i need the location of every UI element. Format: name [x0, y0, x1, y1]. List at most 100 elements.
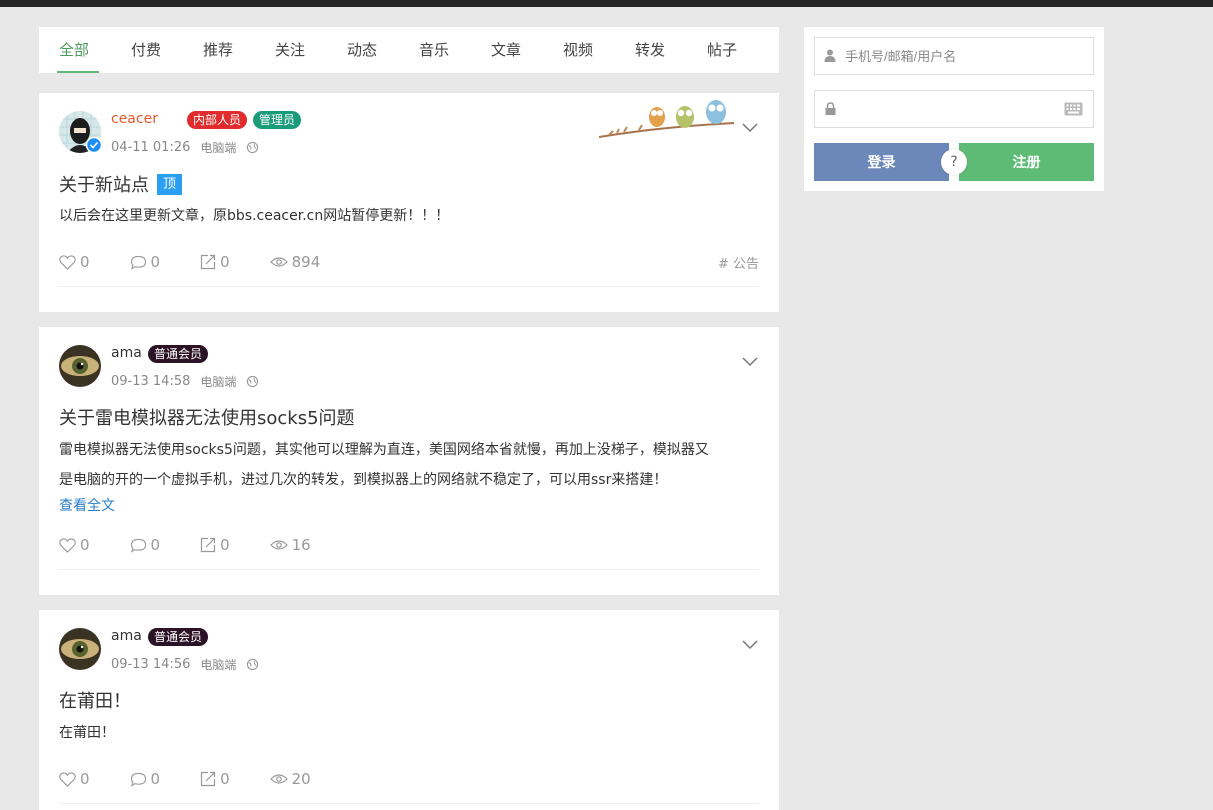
tab-repost[interactable]: 转发: [635, 27, 707, 73]
share-button[interactable]: 0: [200, 253, 230, 271]
eye-icon: [269, 257, 288, 267]
keyboard-icon[interactable]: [1064, 102, 1083, 116]
like-button[interactable]: 0: [59, 536, 90, 554]
tab-articles[interactable]: 文章: [491, 27, 563, 73]
view-count: 16: [291, 536, 311, 554]
user-icon: [815, 47, 845, 66]
chevron-down-icon[interactable]: [741, 118, 759, 136]
share-icon: [200, 537, 216, 553]
tab-paid[interactable]: 付费: [131, 27, 203, 73]
eye-icon: [269, 540, 288, 550]
share-count: 0: [220, 770, 230, 788]
help-button[interactable]: ?: [941, 149, 967, 175]
comment-button[interactable]: 0: [130, 536, 161, 554]
like-count: 0: [80, 770, 90, 788]
share-icon: [200, 771, 216, 787]
post-body-line: 雷电模拟器无法使用socks5问题，其实他可以理解为直连，美国网络本省就慢，再加…: [59, 442, 709, 458]
eye-icon: [269, 774, 288, 784]
post-title-text: 在莆田！: [59, 691, 131, 712]
username-input[interactable]: [845, 48, 1093, 64]
login-panel: 登录 注册 ?: [804, 27, 1104, 191]
badge-member: 普通会员: [148, 628, 209, 646]
post-body: 雷电模拟器无法使用socks5问题，其实他可以理解为直连，美国网络本省就慢，再加…: [59, 435, 759, 495]
pinned-badge: 顶: [157, 173, 183, 195]
chevron-down-icon[interactable]: [741, 352, 759, 370]
tab-posts[interactable]: 帖子: [707, 27, 779, 73]
post-body: 以后会在这里更新文章，原bbs.ceacer.cn网站暂停更新！！！: [59, 208, 450, 224]
tab-moments[interactable]: 动态: [347, 27, 419, 73]
heart-icon: [59, 254, 76, 270]
read-more-link[interactable]: 查看全文: [59, 495, 115, 515]
register-button[interactable]: 注册: [959, 143, 1094, 181]
password-field[interactable]: [814, 90, 1094, 128]
tab-music[interactable]: 音乐: [419, 27, 491, 73]
share-button[interactable]: 0: [200, 536, 230, 554]
post-actions: 0 0 0 894 # 公告: [59, 253, 759, 272]
post-title-text: 关于新站点: [59, 175, 149, 196]
share-button[interactable]: 0: [200, 770, 230, 788]
like-button[interactable]: 0: [59, 770, 90, 788]
view-count: 894: [291, 253, 321, 271]
owls-decoration-icon: [598, 100, 735, 138]
post-title-text: 关于雷电模拟器无法使用socks5问题: [59, 408, 355, 429]
username[interactable]: ama: [111, 628, 142, 644]
like-button[interactable]: 0: [59, 253, 90, 271]
post-device: 电脑端: [200, 375, 237, 389]
comment-count: 0: [150, 770, 161, 788]
avatar[interactable]: [59, 345, 101, 387]
globe-icon: [247, 375, 259, 388]
feed-tabs: 全部 付费 推荐 关注 动态 音乐 文章 视频 转发 帖子: [39, 27, 779, 73]
post-meta: 04-11 01:26 电脑端: [111, 139, 259, 156]
username-field[interactable]: [814, 37, 1094, 75]
globe-icon: [247, 141, 259, 154]
post-title[interactable]: 关于雷电模拟器无法使用socks5问题: [59, 404, 355, 430]
views: 20: [269, 770, 311, 788]
share-count: 0: [220, 536, 230, 554]
post-title[interactable]: 在莆田！: [59, 687, 131, 713]
post-actions: 0 0 0 16: [59, 536, 759, 554]
lock-icon: [815, 100, 845, 119]
chevron-down-icon[interactable]: [741, 635, 759, 653]
comment-icon: [130, 255, 146, 270]
comment-button[interactable]: 0: [130, 253, 160, 271]
post-card: ama 普通会员 09-13 14:56 电脑端 在莆田！ 在莆田！ 0 0 0…: [39, 610, 779, 810]
avatar[interactable]: [59, 628, 101, 670]
divider: [59, 286, 759, 287]
comment-icon: [130, 538, 146, 553]
post-time: 09-13 14:56: [111, 657, 191, 672]
views: 894: [269, 253, 321, 271]
post-device: 电脑端: [200, 141, 237, 155]
post-body: 在莆田！: [59, 725, 115, 741]
topic-tag[interactable]: # 公告: [718, 253, 759, 272]
comment-button[interactable]: 0: [130, 770, 161, 788]
post-meta: 09-13 14:56 电脑端: [111, 656, 259, 673]
username[interactable]: ama: [111, 345, 142, 361]
tab-video[interactable]: 视频: [563, 27, 635, 73]
divider: [59, 803, 759, 804]
comment-icon: [130, 772, 146, 787]
like-count: 0: [80, 536, 90, 554]
tab-recommend[interactable]: 推荐: [203, 27, 275, 73]
post-time: 04-11 01:26: [111, 140, 191, 155]
view-count: 20: [291, 770, 311, 788]
divider: [59, 569, 759, 570]
login-button[interactable]: 登录: [814, 143, 949, 181]
post-title[interactable]: 关于新站点 顶: [59, 171, 183, 197]
post-card: ama 普通会员 09-13 14:58 电脑端 关于雷电模拟器无法使用sock…: [39, 327, 779, 595]
like-count: 0: [80, 253, 90, 271]
post-meta: 09-13 14:58 电脑端: [111, 373, 259, 390]
comment-count: 0: [150, 536, 161, 554]
post-device: 电脑端: [200, 658, 237, 672]
globe-icon: [247, 658, 259, 671]
share-count: 0: [220, 253, 230, 271]
post-card: ceacer 内部人员 管理员 04-11 01:26 电脑端 关于新站点 顶 …: [39, 93, 779, 312]
password-input[interactable]: [845, 101, 1093, 117]
tab-follow[interactable]: 关注: [275, 27, 347, 73]
verified-icon: [86, 137, 102, 153]
post-actions: 0 0 0 20: [59, 770, 759, 788]
share-icon: [200, 254, 216, 270]
badge-staff: 内部人员: [187, 111, 248, 129]
post-time: 09-13 14:58: [111, 374, 191, 389]
username[interactable]: ceacer: [111, 111, 158, 127]
tab-all[interactable]: 全部: [57, 27, 131, 73]
